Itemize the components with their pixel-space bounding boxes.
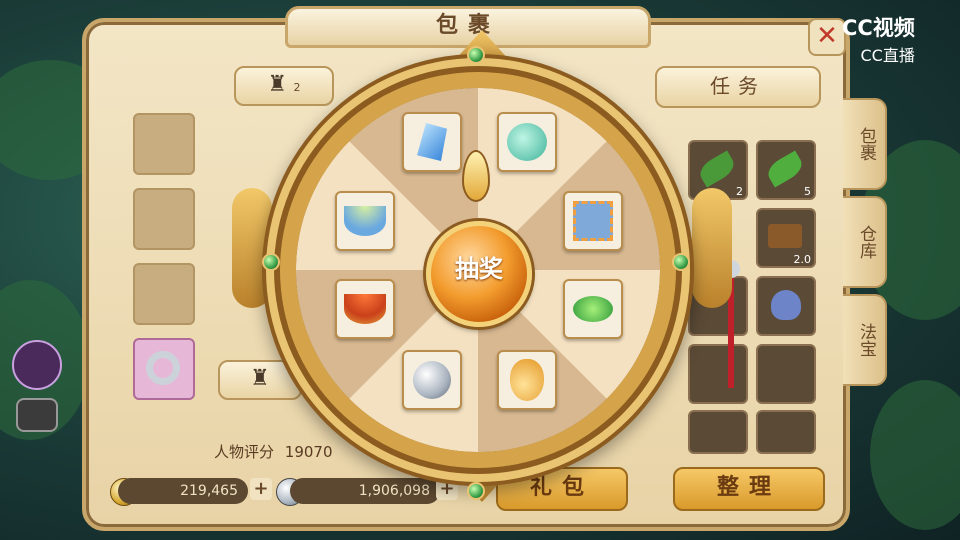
equip-slot-ring[interactable]: [133, 338, 195, 400]
watermark-line1: CC视频: [842, 16, 915, 40]
inventory-slot[interactable]: [756, 344, 816, 404]
prize-slot[interactable]: [402, 350, 462, 410]
item-count: 2.0: [793, 253, 812, 266]
watermark-line2: CC直播: [860, 46, 915, 65]
tab-warehouse[interactable]: 仓库: [843, 196, 887, 288]
silver-coin-icon: [413, 361, 451, 399]
foliage-decoration: [870, 380, 960, 530]
green-gem-icon: [467, 482, 485, 500]
spirit-pet-icon: [507, 123, 547, 161]
inventory-slot[interactable]: [756, 410, 816, 454]
green-peas-icon: [573, 296, 613, 322]
prize-slot[interactable]: [497, 112, 557, 172]
inventory-slot[interactable]: 2.0: [756, 208, 816, 268]
chat-bubble-icon[interactable]: [16, 398, 58, 432]
blue-pouch-icon: [771, 290, 801, 320]
friend-avatar-icon[interactable]: [12, 340, 62, 390]
close-button[interactable]: ✕: [808, 18, 846, 56]
prize-slot[interactable]: [402, 112, 462, 172]
gourd-icon: [510, 359, 544, 401]
prize-slot[interactable]: [563, 191, 623, 251]
green-gem-icon: [672, 253, 690, 271]
frame-scroll-right-ornament: [692, 188, 732, 308]
green-gem-icon: [467, 46, 485, 64]
cc-watermark: CC视频 CC直播: [842, 12, 915, 66]
herb-leaf-icon: [763, 150, 807, 188]
prize-slot[interactable]: [497, 350, 557, 410]
gold-amount: 219,465: [118, 478, 248, 504]
tab-bag[interactable]: 包裹: [843, 98, 887, 190]
stamp-card-icon: [573, 201, 613, 241]
equip-slot-weapon[interactable]: [133, 113, 195, 175]
inventory-slot[interactable]: 5: [756, 140, 816, 200]
inventory-slot[interactable]: [756, 276, 816, 336]
item-count: 2: [736, 185, 743, 198]
item-count: 5: [804, 185, 811, 198]
draw-button[interactable]: 抽奖: [426, 221, 532, 327]
green-gem-icon: [262, 253, 280, 271]
blue-crystal-icon: [417, 123, 447, 161]
equip-slot-accessory[interactable]: [133, 263, 195, 325]
prize-slot[interactable]: [335, 279, 395, 339]
prize-slot[interactable]: [563, 279, 623, 339]
equip-slot-armor[interactable]: [133, 188, 195, 250]
tab-treasure[interactable]: 法宝: [843, 294, 887, 386]
silver-ring-icon: [146, 351, 180, 385]
frame-scroll-left-ornament: [232, 188, 272, 308]
green-soup-bowl-icon: [344, 206, 386, 236]
prize-slot[interactable]: [335, 191, 395, 251]
book-icon: [768, 224, 802, 248]
tomato-soup-bowl-icon: [344, 294, 386, 324]
